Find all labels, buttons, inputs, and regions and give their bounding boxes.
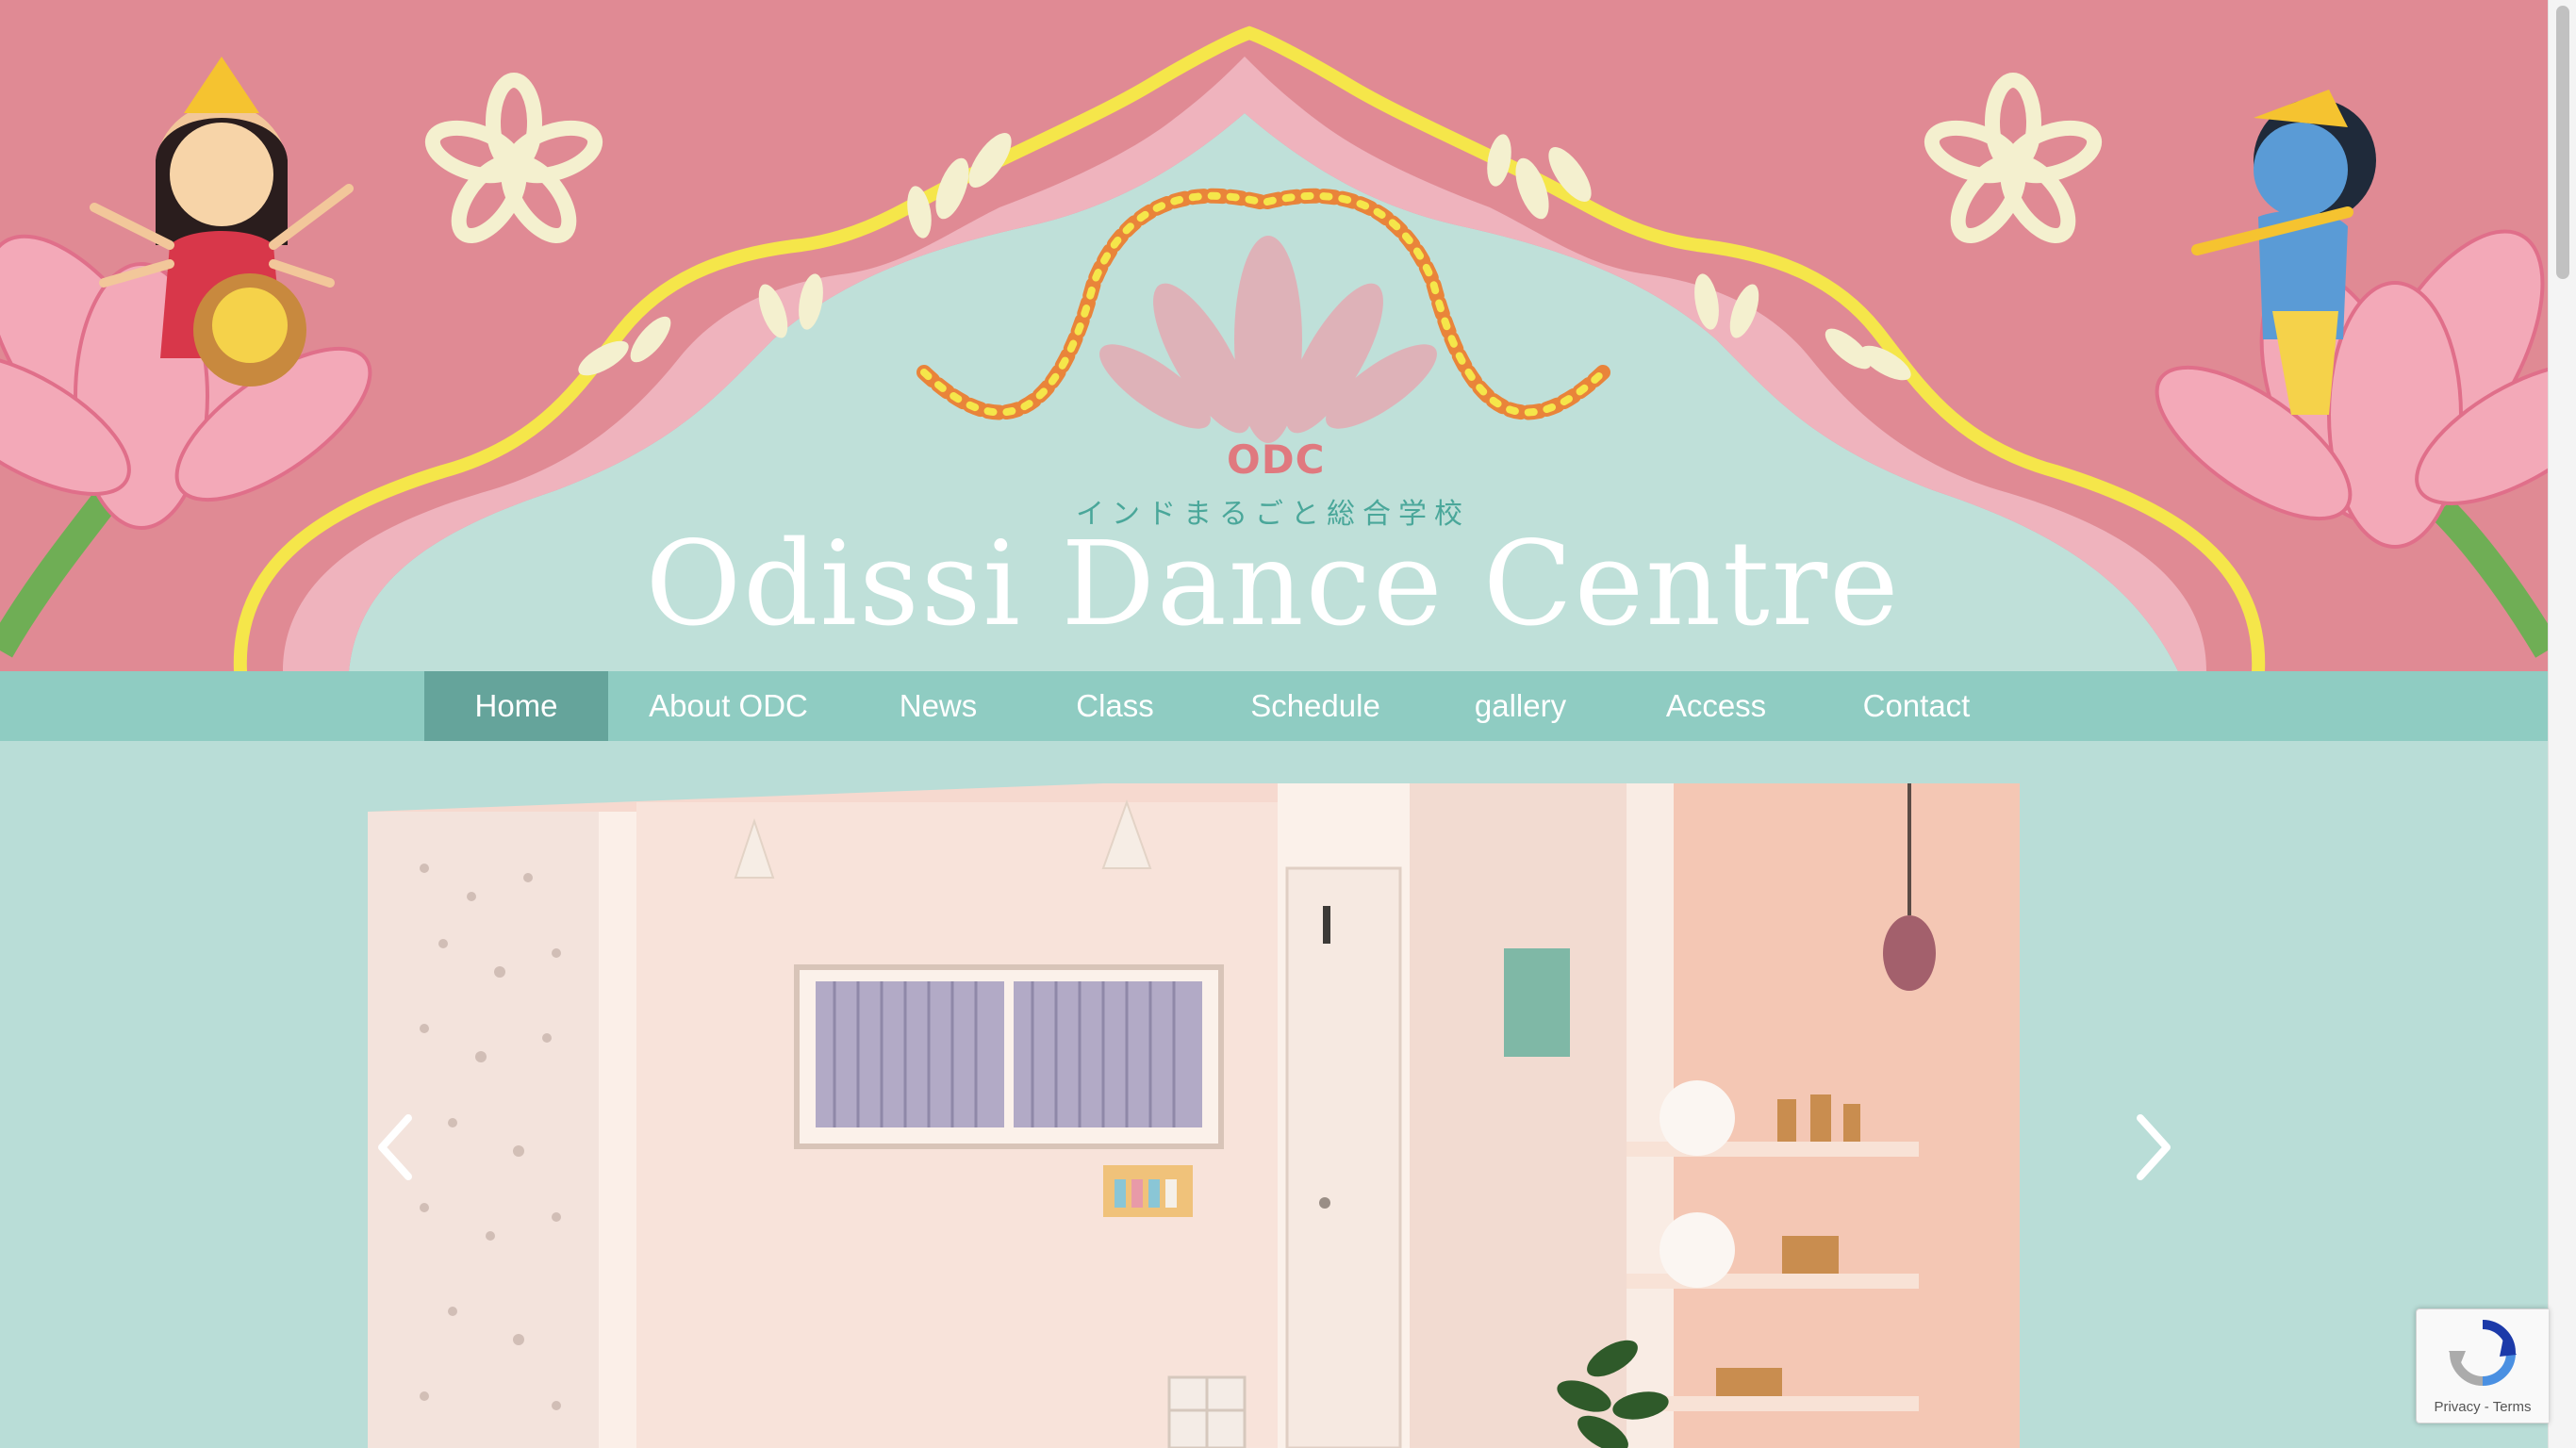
nav-item-access[interactable]: Access bbox=[1627, 671, 1806, 741]
hero-slider bbox=[368, 783, 2020, 1448]
nav-item-schedule[interactable]: Schedule bbox=[1216, 671, 1414, 741]
nav-item-home[interactable]: Home bbox=[424, 671, 608, 741]
brand-acronym: ODC bbox=[1227, 436, 1326, 483]
site-title[interactable]: Odissi Dance Centre bbox=[603, 517, 1942, 652]
nav-item-gallery[interactable]: gallery bbox=[1428, 671, 1612, 741]
nav-item-news[interactable]: News bbox=[849, 671, 1028, 741]
scrollbar-thumb[interactable] bbox=[2556, 6, 2569, 279]
slide-image-studio bbox=[368, 783, 2020, 1448]
nav-item-contact[interactable]: Contact bbox=[1815, 671, 2018, 741]
recaptcha-terms-link[interactable]: Terms bbox=[2493, 1399, 2532, 1415]
recaptcha-links: Privacy - Terms bbox=[2417, 1399, 2549, 1415]
chevron-left-icon bbox=[378, 1114, 412, 1180]
slider-prev-button[interactable] bbox=[363, 1105, 429, 1190]
recaptcha-privacy-link[interactable]: Privacy bbox=[2434, 1399, 2480, 1415]
chevron-right-icon bbox=[2137, 1114, 2171, 1180]
main-nav: Home About ODC News Class Schedule galle… bbox=[0, 671, 2548, 741]
nav-item-class[interactable]: Class bbox=[1032, 671, 1197, 741]
recaptcha-badge[interactable]: Privacy - Terms bbox=[2416, 1308, 2549, 1423]
recaptcha-icon bbox=[2449, 1320, 2517, 1386]
recaptcha-separator: - bbox=[2484, 1399, 2489, 1415]
header-banner: ODC インドまるごと総合学校 Odissi Dance Centre bbox=[0, 0, 2548, 671]
page-scrollbar[interactable] bbox=[2548, 0, 2576, 1448]
slider-next-button[interactable] bbox=[2120, 1105, 2186, 1190]
nav-item-about-odc[interactable]: About ODC bbox=[622, 671, 834, 741]
page: ODC インドまるごと総合学校 Odissi Dance Centre Home… bbox=[0, 0, 2576, 1448]
